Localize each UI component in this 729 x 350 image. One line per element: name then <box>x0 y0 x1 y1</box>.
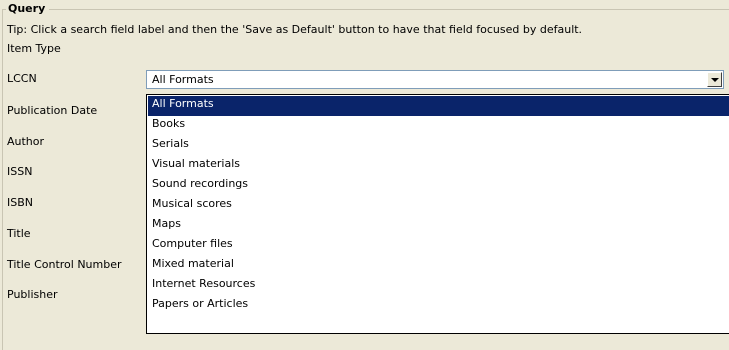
label-author[interactable]: Author <box>7 135 44 149</box>
dropdown-option-books[interactable]: Books <box>148 116 729 136</box>
item-type-select[interactable]: All Formats <box>146 70 724 89</box>
dropdown-option-papers-or-articles[interactable]: Papers or Articles <box>148 296 729 316</box>
query-legend: Query <box>6 2 50 15</box>
tip-text: Tip: Click a search field label and then… <box>7 23 583 36</box>
dropdown-option-sound-recordings[interactable]: Sound recordings <box>148 176 729 196</box>
label-isbn[interactable]: ISBN <box>7 196 33 210</box>
dropdown-button[interactable] <box>707 72 722 87</box>
label-item-type[interactable]: Item Type <box>7 42 61 56</box>
dropdown-option-maps[interactable]: Maps <box>148 216 729 236</box>
label-issn[interactable]: ISSN <box>7 165 32 179</box>
label-publisher[interactable]: Publisher <box>7 288 58 302</box>
dropdown-option-internet-resources[interactable]: Internet Resources <box>148 276 729 296</box>
item-type-dropdown-list[interactable]: All Formats Books Serials Visual materia… <box>146 94 729 334</box>
dropdown-option-computer-files[interactable]: Computer files <box>148 236 729 256</box>
dropdown-option-all-formats[interactable]: All Formats <box>148 96 729 116</box>
label-publication-date[interactable]: Publication Date <box>7 104 97 118</box>
dropdown-option-musical-scores[interactable]: Musical scores <box>148 196 729 216</box>
label-title[interactable]: Title <box>7 227 31 241</box>
label-lccn[interactable]: LCCN <box>7 72 37 86</box>
chevron-down-icon <box>711 78 719 82</box>
label-title-control-number[interactable]: Title Control Number <box>7 258 122 272</box>
dropdown-option-mixed-material[interactable]: Mixed material <box>148 256 729 276</box>
item-type-select-value: All Formats <box>152 73 214 86</box>
dropdown-option-visual-materials[interactable]: Visual materials <box>148 156 729 176</box>
dropdown-option-serials[interactable]: Serials <box>148 136 729 156</box>
